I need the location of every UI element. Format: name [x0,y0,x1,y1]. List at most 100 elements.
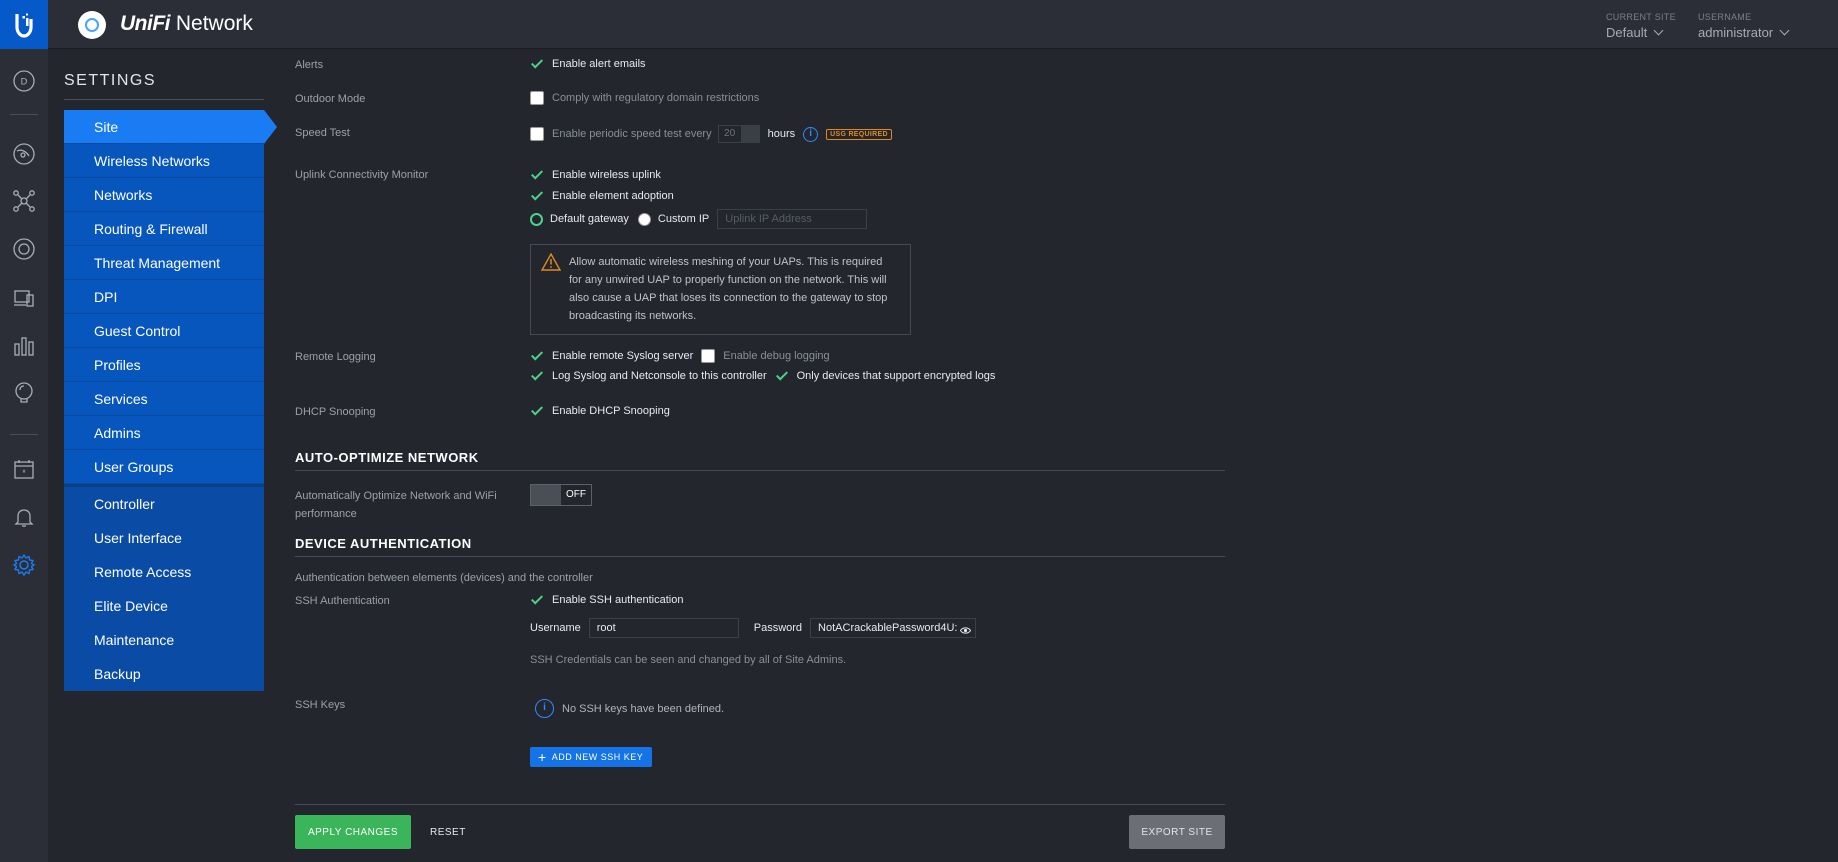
sidebar-item-dpi[interactable]: DPI [64,280,264,314]
username-selector[interactable]: USERNAME administrator [1698,12,1790,40]
ssh-keys-label: SSH Keys [295,699,346,711]
sidebar-item-wireless-networks[interactable]: Wireless Networks [64,144,264,178]
speed-test-label: Speed Test [295,127,350,139]
syslog-checkbox[interactable] [530,349,544,363]
encrypted-logs-checkbox[interactable] [775,369,789,383]
sidebar-item-profiles[interactable]: Profiles [64,348,264,382]
checkmark-icon [530,57,544,71]
auto-optimize-title: AUTO-OPTIMIZE NETWORK [295,450,479,465]
auto-optimize-toggle[interactable]: OFF [530,484,592,506]
custom-ip-radio[interactable] [637,212,651,226]
divider [295,804,1225,805]
settings-title: SETTINGS [64,72,157,89]
statistics-icon[interactable] [9,139,39,169]
element-adoption-checkbox[interactable]: Enable element adoption [530,189,674,203]
sidebar-item-site[interactable]: Site [64,110,277,144]
events-calendar-icon[interactable]: * [9,454,39,484]
sidebar-item-remote-access[interactable]: Remote Access [64,555,264,589]
svg-text:*: * [22,468,26,478]
checkmark-icon [530,593,544,607]
sidebar-item-maintenance[interactable]: Maintenance [64,623,264,657]
sidebar-item-guest-control[interactable]: Guest Control [64,314,264,348]
ssh-password-value: NotACrackablePassword4U: [818,622,958,634]
current-site-selector[interactable]: CURRENT SITE Default [1606,12,1676,40]
speed-test-hours-input[interactable]: 20 [717,125,742,143]
ssh-auth-checkbox[interactable]: Enable SSH authentication [530,593,683,607]
divider [295,556,1225,557]
topology-icon[interactable] [9,186,39,216]
top-bar: UniFi Network CURRENT SITE Default USERN… [0,0,1838,49]
sidebar-item-elite-device[interactable]: Elite Device [64,589,264,623]
add-ssh-key-button[interactable]: + ADD NEW SSH KEY [530,747,653,767]
info-icon[interactable]: i [803,126,819,142]
sidebar-item-threat-management[interactable]: Threat Management [64,246,264,280]
clients-icon[interactable] [9,283,39,313]
show-password-eye-icon[interactable] [959,623,972,637]
wireless-uplink-text: Enable wireless uplink [552,169,661,181]
speed-test-text: Enable periodic speed test every [552,128,712,140]
auto-optimize-label: Automatically Optimize Network and WiFi … [295,490,497,520]
insights-icon[interactable] [9,331,39,361]
dhcp-snooping-checkbox[interactable]: Enable DHCP Snooping [530,404,670,418]
apply-changes-button[interactable]: APPLY CHANGES [295,815,411,849]
checkmark-icon [530,189,544,203]
info-icon: i [535,699,554,718]
hours-stepper[interactable] [741,125,760,143]
uplink-warning-box: Allow automatic wireless meshing of your… [530,244,911,335]
alert-emails-checkbox[interactable]: Enable alert emails [530,57,646,71]
ssh-credentials-hint: SSH Credentials can be seen and changed … [530,654,847,666]
unifi-network-logo-icon [78,11,106,39]
dhcp-snooping-text: Enable DHCP Snooping [552,405,670,417]
alerts-bell-icon[interactable] [9,502,39,532]
sidebar-item-services[interactable]: Services [64,382,264,416]
default-gateway-text: Default gateway [550,213,629,225]
ssh-password-label: Password [753,622,803,634]
devices-icon[interactable] [9,234,39,264]
sidebar-item-controller[interactable]: Controller [64,487,264,521]
uplink-ip-input[interactable]: Uplink IP Address [717,209,868,229]
sidebar-item-admins[interactable]: Admins [64,416,264,450]
current-site-value: Default [1606,25,1648,40]
device-auth-title: DEVICE AUTHENTICATION [295,536,472,551]
device-auth-subtitle: Authentication between elements (devices… [295,572,593,584]
reset-button[interactable]: RESET [430,815,466,849]
remote-logging-row2: Log Syslog and Netconsole to this contro… [530,369,995,383]
lightbulb-icon[interactable] [9,378,39,408]
ubiquiti-logo-icon[interactable] [0,0,48,49]
uplink-monitor-label: Uplink Connectivity Monitor [295,169,429,181]
current-site-label: CURRENT SITE [1606,12,1676,22]
ssh-username-input[interactable]: root [588,618,739,638]
toggle-knob [531,485,561,505]
sidebar-item-user-groups[interactable]: User Groups [64,450,264,484]
ssh-credentials-row: Username root Password NotACrackablePass… [530,618,977,638]
alert-emails-text: Enable alert emails [552,58,646,70]
hours-label: hours [767,128,796,140]
debug-logging-checkbox[interactable] [701,349,716,363]
username-value: administrator [1698,25,1774,40]
dashboard-icon[interactable]: D [9,66,39,96]
device-auth-heading: DEVICE AUTHENTICATION [295,536,1225,557]
netconsole-checkbox[interactable] [530,369,544,383]
speed-test-checkbox[interactable] [530,127,544,141]
auto-optimize-heading: AUTO-OPTIMIZE NETWORK [295,450,1225,471]
speed-test-row: Enable periodic speed test every 20 hour… [530,125,892,143]
divider [64,99,264,100]
chevron-down-icon [1653,25,1664,36]
toggle-state: OFF [566,489,586,500]
export-site-button[interactable]: EXPORT SITE [1129,815,1225,849]
app-title: UniFi Network [120,12,253,35]
sidebar-item-user-interface[interactable]: User Interface [64,521,264,555]
sidebar-item-routing-firewall[interactable]: Routing & Firewall [64,212,264,246]
divider [295,470,1225,471]
outdoor-mode-label: Outdoor Mode [295,93,366,105]
settings-gear-icon[interactable] [9,550,39,580]
element-adoption-text: Enable element adoption [552,190,674,202]
outdoor-mode-checkbox[interactable]: Comply with regulatory domain restrictio… [530,91,759,105]
default-gateway-radio[interactable] [530,212,543,226]
checkmark-icon [530,168,544,182]
no-ssh-keys-text: No SSH keys have been defined. [562,702,725,715]
sidebar-item-networks[interactable]: Networks [64,178,264,212]
wireless-uplink-checkbox[interactable]: Enable wireless uplink [530,168,661,182]
ssh-password-input[interactable]: NotACrackablePassword4U: [810,618,977,638]
sidebar-item-backup[interactable]: Backup [64,657,264,691]
